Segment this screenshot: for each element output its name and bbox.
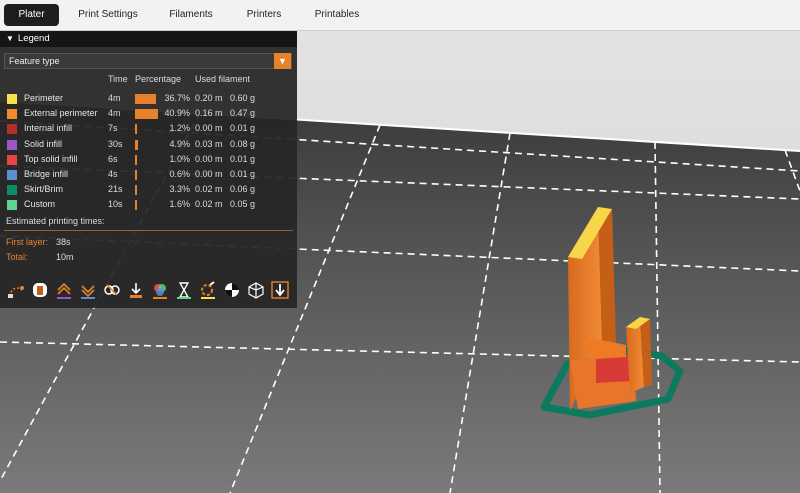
view-type-select[interactable]: Feature type ▼ xyxy=(4,53,292,69)
deretractions-icon[interactable] xyxy=(78,280,98,300)
percentage-bar xyxy=(135,139,138,150)
legend-color-swatch xyxy=(7,154,17,165)
filament-weight: 0.05 g xyxy=(230,199,256,210)
feature-percentage: 40.9% xyxy=(164,108,190,119)
feature-time: 21s xyxy=(108,184,123,195)
legend-color-swatch xyxy=(7,185,17,196)
seams-icon[interactable] xyxy=(102,280,122,300)
feature-percentage: 36.7% xyxy=(164,93,190,103)
feature-name: Skirt/Brim xyxy=(24,184,63,195)
feature-name: Custom xyxy=(24,199,56,210)
filament-length: 0.00 m xyxy=(195,123,223,134)
legend-title: Legend xyxy=(17,33,50,44)
filament-weight: 0.47 g xyxy=(230,108,256,119)
filament-weight: 0.01 g xyxy=(230,169,256,179)
feature-name: Solid infill xyxy=(24,138,63,149)
filament-weight: 0.06 g xyxy=(230,184,256,195)
legend-color-swatch xyxy=(7,109,17,120)
center-of-gravity-icon[interactable] xyxy=(222,280,242,300)
filament-length: 0.02 m xyxy=(195,199,223,210)
feature-percentage: 1.0% xyxy=(169,153,190,164)
tab-print-settings[interactable]: Print Settings xyxy=(70,4,146,26)
feature-percentage: 0.6% xyxy=(169,169,190,179)
filament-length: 0.02 m xyxy=(195,184,223,195)
feature-time: 6s xyxy=(108,153,118,164)
chevron-down-icon[interactable]: ▼ xyxy=(274,53,291,69)
legend-row[interactable]: Perimeter 4m 36.7% 0.20 m 0.60 g xyxy=(0,91,297,106)
pause-prints-icon[interactable] xyxy=(174,280,194,300)
legend-row[interactable]: Skirt/Brim 21s 3.3% 0.02 m 0.06 g xyxy=(0,182,297,197)
legend-color-swatch xyxy=(7,124,17,135)
filament-weight: 0.01 g xyxy=(230,153,256,164)
shells-icon[interactable] xyxy=(246,280,266,300)
feature-name: Internal infill xyxy=(24,123,73,134)
retractions-icon[interactable] xyxy=(54,280,74,300)
first-layer-label: First layer: xyxy=(6,237,49,247)
percentage-bar xyxy=(135,200,137,211)
legend-row[interactable]: External perimeter 4m 40.9% 0.16 m 0.47 g xyxy=(0,106,297,121)
feature-time: 4s xyxy=(108,169,118,179)
legend-color-swatch xyxy=(7,200,17,211)
estimated-times-label: Estimated printing times: xyxy=(6,216,105,226)
feature-name: External perimeter xyxy=(24,108,98,119)
legend-row[interactable]: Custom 10s 1.6% 0.02 m 0.05 g xyxy=(0,197,297,212)
filament-length: 0.03 m xyxy=(195,138,223,149)
percentage-bar xyxy=(135,154,137,165)
feature-name: Bridge infill xyxy=(24,169,69,179)
divider xyxy=(4,230,293,231)
feature-name: Perimeter xyxy=(24,93,64,103)
percentage-bar xyxy=(135,170,137,180)
feature-time: 7s xyxy=(108,123,118,134)
legend-color-swatch xyxy=(7,170,17,180)
feature-time: 4m xyxy=(108,93,121,103)
total-value: 10m xyxy=(56,252,74,262)
feature-percentage: 1.2% xyxy=(169,123,190,134)
wipe-icon[interactable] xyxy=(30,280,50,300)
legend-row[interactable]: Solid infill 30s 4.9% 0.03 m 0.08 g xyxy=(0,137,297,152)
color-changes-icon[interactable] xyxy=(150,280,170,300)
filament-length: 0.00 m xyxy=(195,169,223,179)
collapse-triangle-icon[interactable]: ▼ xyxy=(6,31,14,47)
legend-color-swatch xyxy=(7,139,17,150)
column-used-filament: Used filament xyxy=(195,74,251,84)
main-tab-bar: Plater Print Settings Filaments Printers… xyxy=(0,0,800,31)
custom-gcodes-icon[interactable] xyxy=(198,280,218,300)
first-layer-value: 38s xyxy=(56,237,71,247)
model-top-solid-infill xyxy=(596,355,632,383)
percentage-bar xyxy=(135,124,137,135)
filament-weight: 0.60 g xyxy=(230,93,256,103)
filament-weight: 0.01 g xyxy=(230,123,256,134)
feature-time: 10s xyxy=(108,199,123,210)
tab-plater[interactable]: Plater xyxy=(4,4,59,26)
filament-weight: 0.08 g xyxy=(230,138,256,149)
feature-time: 4m xyxy=(108,108,121,119)
column-time: Time xyxy=(108,74,128,84)
column-percentage: Percentage xyxy=(135,74,182,84)
legend-header[interactable]: ▼ Legend xyxy=(0,31,297,47)
tool-changes-icon[interactable] xyxy=(126,280,146,300)
legend-row[interactable]: Bridge infill 4s 0.6% 0.00 m 0.01 g xyxy=(0,167,297,182)
filament-length: 0.16 m xyxy=(195,108,223,119)
total-label: Total: xyxy=(6,252,28,262)
feature-name: Top solid infill xyxy=(24,153,78,164)
tab-filaments[interactable]: Filaments xyxy=(160,4,222,26)
feature-percentage: 3.3% xyxy=(169,184,190,195)
filament-length: 0.20 m xyxy=(195,93,223,103)
legend-row[interactable]: Top solid infill 6s 1.0% 0.00 m 0.01 g xyxy=(0,152,297,167)
view-type-value: Feature type xyxy=(9,56,60,66)
legend-panel: ▼ Legend Feature type ▼ Time Percentage U… xyxy=(0,31,297,308)
feature-percentage: 4.9% xyxy=(169,138,190,149)
travel-icon[interactable] xyxy=(6,280,26,300)
legend-color-swatch xyxy=(7,94,17,104)
tool-marker-icon[interactable] xyxy=(270,280,290,300)
tab-printers[interactable]: Printers xyxy=(236,4,292,26)
feature-percentage: 1.6% xyxy=(169,199,190,210)
filament-length: 0.00 m xyxy=(195,153,223,164)
tab-printables[interactable]: Printables xyxy=(306,4,368,26)
legend-row[interactable]: Internal infill 7s 1.2% 0.00 m 0.01 g xyxy=(0,121,297,136)
feature-time: 30s xyxy=(108,138,123,149)
percentage-bar xyxy=(135,185,137,196)
